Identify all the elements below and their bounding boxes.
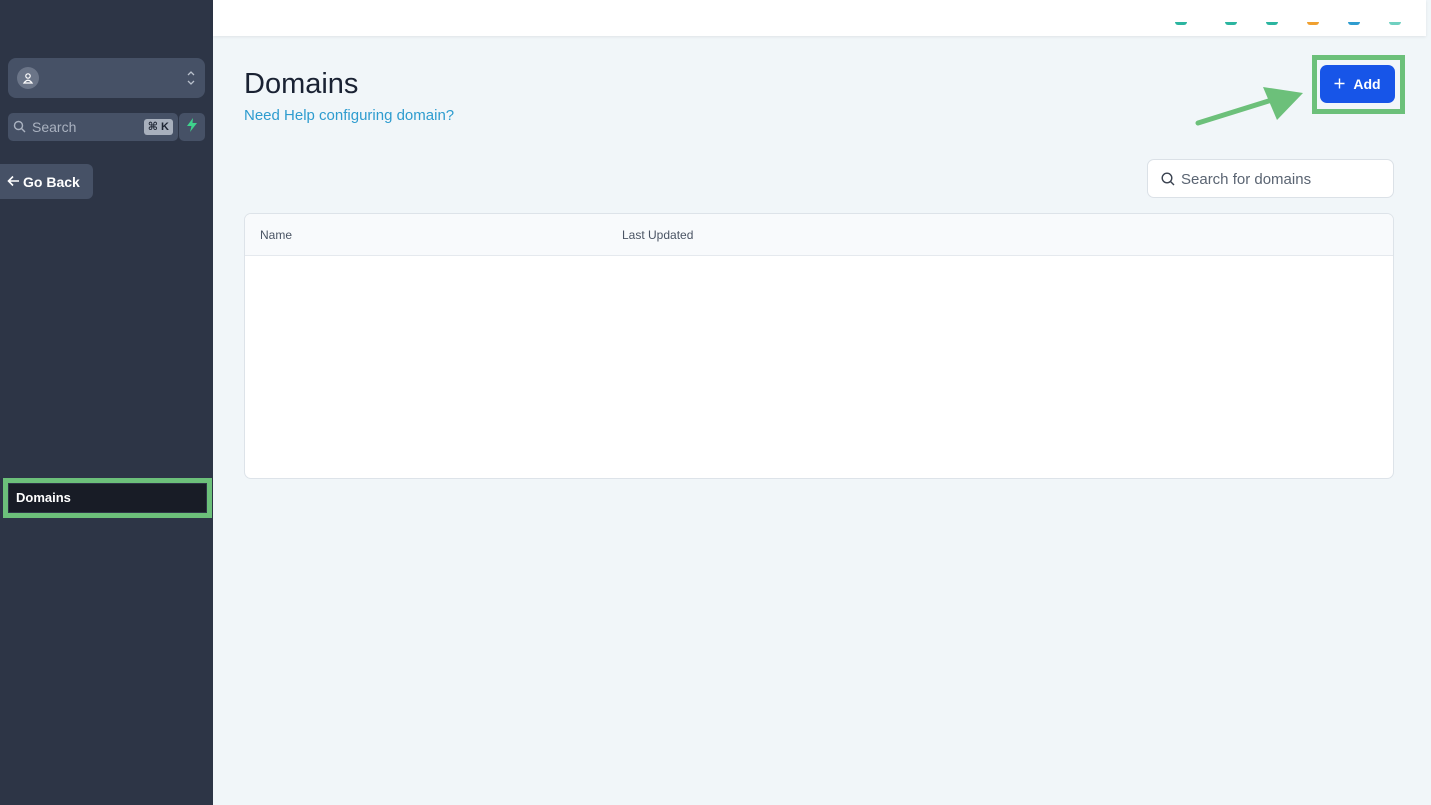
keyboard-shortcut-badge: ⌘ K <box>143 119 173 135</box>
lightning-bolt-icon <box>186 117 198 137</box>
add-domain-button[interactable]: Add <box>1320 65 1395 103</box>
plus-icon <box>1334 76 1345 92</box>
status-dot <box>1307 22 1319 25</box>
status-dot <box>1225 22 1237 25</box>
arrow-left-icon <box>7 174 20 190</box>
sidebar: Search ⌘ K Go Back Domains <box>0 0 213 805</box>
chevron-up-down-icon <box>186 68 196 88</box>
status-dot <box>1266 22 1278 25</box>
go-back-button[interactable]: Go Back <box>0 164 93 199</box>
top-bar <box>213 0 1426 36</box>
quick-actions-button[interactable] <box>179 113 205 141</box>
sidebar-item-domains[interactable]: Domains <box>9 484 206 512</box>
table-header: Name Last Updated <box>245 214 1393 256</box>
domain-search-placeholder: Search for domains <box>1181 171 1312 188</box>
go-back-label: Go Back <box>23 173 80 190</box>
status-dot <box>1175 22 1187 25</box>
search-icon <box>1161 172 1175 191</box>
account-avatar-icon <box>17 67 39 89</box>
page-title: Domains <box>244 68 359 100</box>
search-icon <box>13 120 26 138</box>
help-link[interactable]: Need Help configuring domain? <box>244 107 454 124</box>
account-selector[interactable] <box>8 58 205 98</box>
column-header-name[interactable]: Name <box>260 228 292 242</box>
sidebar-search[interactable]: Search ⌘ K <box>8 113 178 141</box>
sidebar-search-placeholder: Search <box>32 119 77 135</box>
add-button-label: Add <box>1353 76 1381 92</box>
status-dot <box>1348 22 1360 25</box>
domains-table: Name Last Updated <box>244 213 1394 479</box>
pointer-arrow-icon <box>1195 87 1303 126</box>
status-dot <box>1389 22 1401 25</box>
column-header-last-updated[interactable]: Last Updated <box>622 228 693 242</box>
domain-search-input[interactable]: Search for domains <box>1147 159 1394 198</box>
